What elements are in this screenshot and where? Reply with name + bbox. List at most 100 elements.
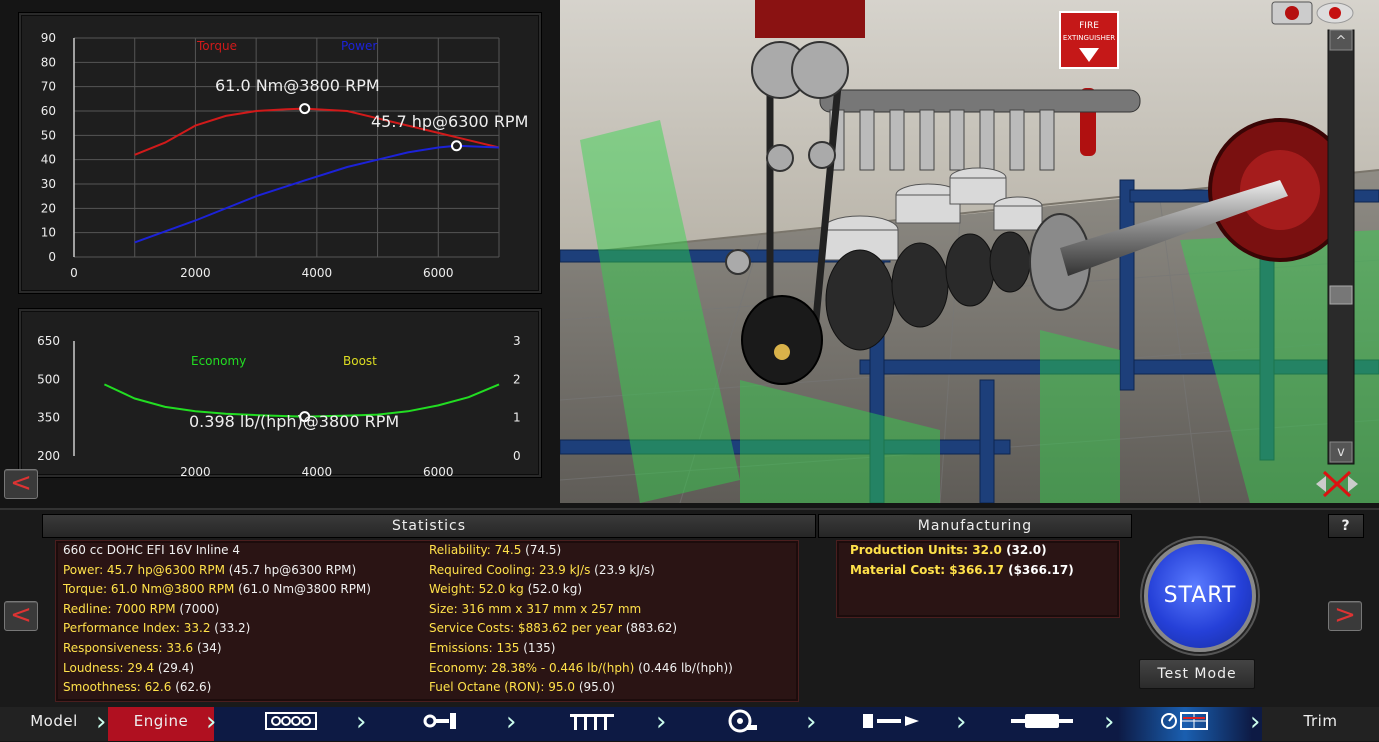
stat-row: Service Costs: $883.62 per year (883.62) — [429, 621, 677, 635]
stat-row-label: Smoothness: 62.6 — [63, 680, 172, 695]
stat-row: Redline: 7000 RPM (7000) — [63, 602, 219, 616]
economy-boost-chart: 650 3500 2350 1200 02000 4000 6000Economy Boost… — [37, 334, 521, 479]
nav-tab-trim[interactable]: Trim — [1262, 707, 1379, 741]
legend-power: Power — [341, 39, 377, 53]
nav-tab-trim-label: Trim — [1303, 712, 1338, 730]
nav-tab-model[interactable]: Model — [0, 707, 108, 741]
stat-row: Loudness: 29.4 (29.4) — [63, 661, 194, 675]
fuel-system-icon — [863, 714, 919, 728]
stat-row-label: Service Costs: $883.62 per year — [429, 621, 622, 636]
y-tick-label: 70 — [41, 80, 56, 94]
y-tick-label: 10 — [41, 226, 56, 240]
crankshaft-icon — [423, 713, 456, 729]
power-peak-annotation: 45.7 hp@6300 RPM — [371, 112, 528, 131]
nav-tab-engine-tuning[interactable] — [1118, 707, 1252, 741]
legend-boost: Boost — [343, 354, 377, 368]
statistics-header: Statistics — [42, 514, 816, 538]
start-button[interactable]: START — [1144, 540, 1256, 652]
nav-tab-exhaust[interactable] — [972, 707, 1112, 741]
stat-row-label: Economy: 28.38% - 0.446 lb/(hph) — [429, 660, 635, 675]
stat-row-label: Size: 316 mm x 317 mm x 257 mm — [429, 601, 642, 616]
stat-row-label: Torque: 61.0 Nm@3800 RPM — [63, 582, 235, 597]
stat-row-value: (23.9 kJ/s) — [590, 562, 655, 577]
y-left-tick-label: 500 — [37, 372, 60, 386]
engine-block-icon — [265, 712, 317, 730]
previous-button[interactable]: < — [4, 601, 38, 631]
chevron-right-icon: › — [96, 707, 107, 737]
stat-row-label: Weight: 52.0 kg — [429, 582, 524, 597]
chevron-right-icon: › — [656, 707, 667, 737]
torque-power-chart: 90 80 70 60 50 40 30 20 10 00 2000 4000 6000 Torque Po… — [41, 31, 529, 280]
exhaust-muffler-icon — [1011, 714, 1073, 728]
y-tick-label: 50 — [41, 128, 56, 142]
y-tick-label: 40 — [41, 153, 56, 167]
y-right-tick-label: 2 — [513, 372, 521, 386]
torque-power-chart-panel: 90 80 70 60 50 40 30 20 10 0 0 2000 4000 6000 Torque Po… — [18, 12, 542, 294]
y-tick-label: 60 — [41, 104, 56, 118]
economy-annotation: 0.398 lb/(hph)@3800 RPM — [189, 412, 399, 431]
stat-row-label: Required Cooling: 23.9 kJ/s — [429, 562, 591, 577]
y-left-tick-label: 200 — [37, 449, 60, 463]
y-right-tick-label: 3 — [513, 334, 521, 348]
turbo-icon — [728, 709, 757, 733]
legend-economy: Economy — [191, 354, 246, 368]
engine-3d-viewport[interactable]: FIRE EXTINGUISHER ^ v — [560, 0, 1379, 503]
nav-tab-model-label: Model — [30, 712, 78, 730]
help-button[interactable]: ? — [1328, 514, 1364, 538]
manufacturing-row-value: (32.0) — [1001, 543, 1047, 557]
scroll-thumb[interactable] — [1329, 285, 1353, 305]
stat-row: Smoothness: 62.6 (62.6) — [63, 680, 211, 694]
nav-tab-fuel-system[interactable] — [822, 707, 962, 741]
chevron-right-icon: › — [1104, 707, 1115, 737]
wall-poster — [755, 0, 865, 38]
chevron-right-icon: › — [206, 707, 217, 737]
stat-row-value: (135) — [519, 641, 556, 655]
nav-tab-engine-label: Engine — [133, 712, 189, 730]
stat-row: Responsiveness: 33.6 (34) — [63, 641, 222, 655]
torque-peak-annotation: 61.0 Nm@3800 RPM — [215, 76, 380, 95]
manufacturing-row: Material Cost: $366.17 ($366.17) — [850, 563, 1074, 577]
stat-row: Emissions: 135 (135) — [429, 641, 556, 655]
stat-row-label: Fuel Octane (RON): 95.0 — [429, 680, 575, 695]
stat-row-value: (61.0 Nm@3800 RPM) — [234, 582, 371, 597]
zoom-scrollbar[interactable] — [1327, 29, 1355, 465]
y-right-tick-label: 1 — [513, 411, 521, 425]
y-right-tick-label: 0 — [513, 449, 521, 463]
stat-row: Weight: 52.0 kg (52.0 kg) — [429, 582, 582, 596]
chevron-right-icon: › — [806, 707, 817, 737]
stat-row: 660 cc DOHC EFI 16V Inline 4 — [63, 543, 240, 557]
stat-row-label: Performance Index: 33.2 — [63, 621, 211, 636]
nav-tab-block[interactable] — [222, 707, 362, 741]
stat-row-label: Redline: 7000 RPM — [63, 601, 176, 616]
x-tick-label: 4000 — [302, 266, 333, 280]
stat-row-value: (34) — [193, 641, 222, 655]
x-tick-label: 6000 — [423, 465, 454, 477]
next-button[interactable]: > — [1328, 601, 1362, 631]
test-mode-button[interactable]: Test Mode — [1139, 659, 1255, 689]
nav-tab-engine[interactable]: Engine — [108, 707, 214, 741]
stat-row-value: (62.6) — [171, 680, 212, 695]
manufacturing-row-value: ($366.17) — [1003, 563, 1074, 577]
x-tick-label: 0 — [70, 266, 78, 280]
nav-tab-top-end[interactable] — [522, 707, 662, 741]
stat-row-value: (33.2) — [210, 621, 251, 636]
y-left-tick-label: 350 — [37, 411, 60, 425]
collapse-charts-button[interactable]: < — [4, 469, 38, 499]
nav-tab-aspiration[interactable] — [672, 707, 812, 741]
nav-tab-bottom-end[interactable] — [372, 707, 512, 741]
manufacturing-row-label: Material Cost: $366.17 — [850, 563, 1004, 577]
stat-row: Performance Index: 33.2 (33.2) — [63, 621, 250, 635]
economy-boost-chart-panel: 650 3 500 2 350 1 200 0 2000 4000 6000 Economy Boost… — [18, 308, 542, 479]
y-tick-label: 90 — [41, 31, 56, 45]
y-tick-label: 30 — [41, 177, 56, 191]
engine-scene: FIRE EXTINGUISHER ^ v — [560, 0, 1379, 503]
chevron-right-icon: › — [1250, 707, 1261, 737]
stat-row-value: (7000) — [175, 601, 220, 616]
stat-row-value: (74.5) — [521, 543, 562, 557]
manufacturing-row-label: Production Units: 32.0 — [850, 543, 1002, 557]
svg-text:^: ^ — [1336, 34, 1347, 49]
stat-row: Fuel Octane (RON): 95.0 (95.0) — [429, 680, 615, 694]
gauge-tuning-icon — [1161, 712, 1208, 730]
manufacturing-header: Manufacturing — [818, 514, 1132, 538]
chevron-right-icon: › — [506, 707, 517, 737]
